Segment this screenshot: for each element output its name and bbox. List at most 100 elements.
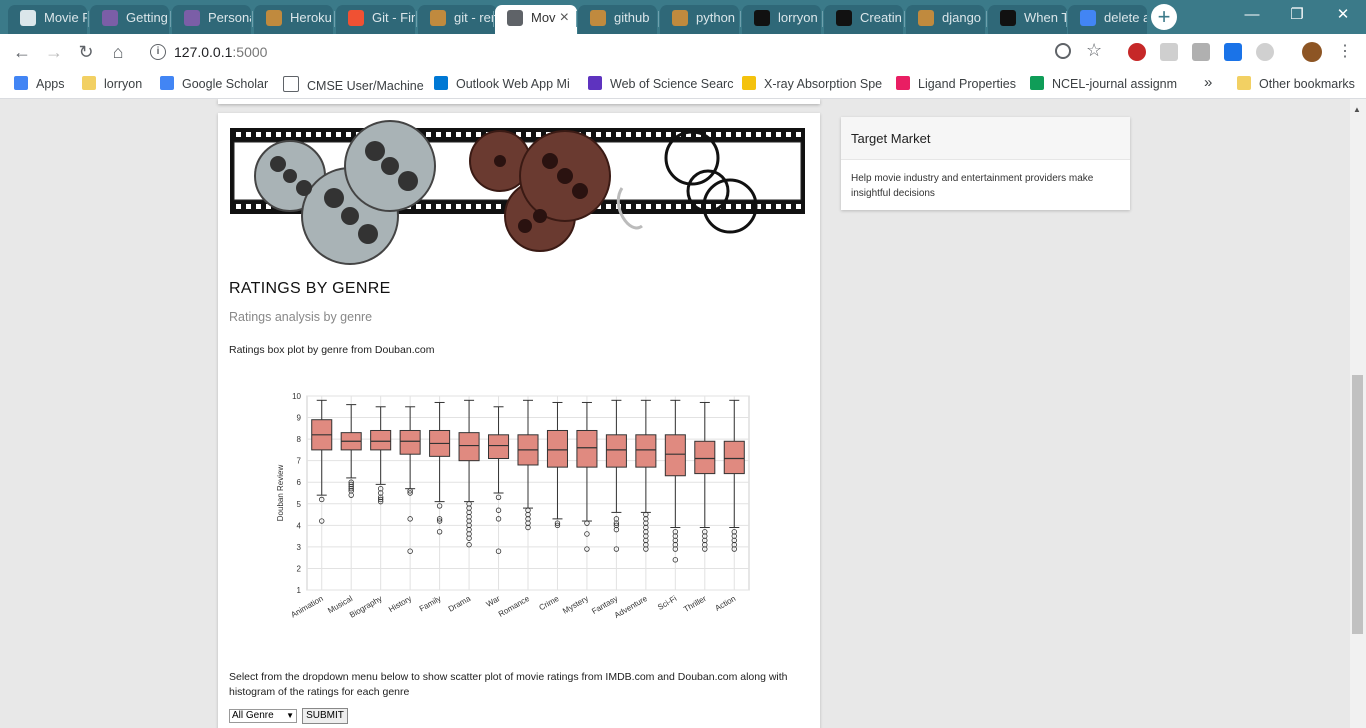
url-port: :5000 [232,44,268,60]
bookmark-label: lorryon [104,77,143,91]
tab-favicon-icon [754,10,770,26]
close-window-button[interactable]: ✕ [1320,4,1366,26]
box-crime [546,429,568,468]
x-tick-label: Romance [497,594,532,619]
tab-favicon-icon [430,10,446,26]
home-icon[interactable]: ⌂ [106,40,130,64]
submit-button[interactable]: SUBMIT [302,708,348,724]
tab-label: When T [1024,10,1067,25]
extension-info-icon[interactable] [1224,43,1242,61]
tab-favicon-icon [590,10,606,26]
browser-tab[interactable]: Mov × [495,5,577,34]
bookmark-label: NCEL-journal assignm [1052,77,1178,91]
browser-tab[interactable]: Heroku [254,5,333,34]
zoom-icon[interactable] [1055,43,1071,59]
bookmark-item[interactable]: X-ray Absorption Spe [742,76,882,91]
x-tick-label: Family [418,594,443,614]
box-drama [458,432,480,462]
tab-favicon-icon [1000,10,1016,26]
bookmark-item[interactable]: Google Scholar [160,76,268,91]
extension-copy-icon[interactable] [1192,43,1210,61]
y-tick-label: 5 [297,500,302,509]
x-tick-label: Biography [348,594,384,620]
bookmark-item[interactable]: Ligand Properties [896,76,1016,91]
bookmark-item[interactable]: Apps [14,76,65,91]
tab-favicon-icon [266,10,282,26]
other-bookmarks-label: Other bookmarks [1259,77,1355,91]
y-tick-label: 3 [297,543,302,552]
page-scrollbar[interactable]: ▲ [1350,99,1366,728]
tab-separator [88,11,89,27]
browser-tab[interactable]: Persona [172,5,251,34]
extension-circle-icon[interactable] [1256,43,1274,61]
browser-tab[interactable]: delete a [1068,5,1147,34]
forward-icon[interactable]: → [42,40,66,64]
target-market-title: Target Market [851,131,931,146]
tab-separator [740,11,741,27]
tab-label: git - rer [454,10,496,25]
film-reel-banner [230,120,805,265]
extension-shield-icon[interactable] [1160,43,1178,61]
browser-tab[interactable]: Movie F [8,5,87,34]
minimize-button[interactable]: — [1229,4,1275,26]
page-title: RATINGS BY GENRE [229,280,391,297]
bookmarks-bar: Apps lorryon Google Scholar CMSE User/Machi… [0,70,1366,99]
bookmark-item[interactable]: NCEL-journal assignm [1030,76,1177,91]
tab-favicon-icon [507,10,523,26]
scroll-up-arrow-icon[interactable]: ▲ [1353,105,1361,114]
browser-tab[interactable]: Creatin [824,5,903,34]
x-tick-label: War [485,594,502,609]
bookmark-label: Apps [36,77,65,91]
bookmark-item[interactable]: lorryon [82,76,142,91]
tab-separator [1066,11,1067,27]
box-fantasy [605,434,627,468]
tab-close-icon[interactable]: × [560,5,569,31]
profile-avatar[interactable] [1302,42,1322,62]
info-icon[interactable]: i [150,44,166,60]
tab-label: lorryon [778,10,818,25]
browser-tab[interactable]: django [906,5,985,34]
tab-favicon-icon [20,10,36,26]
bookmark-item[interactable]: CMSE User/Machine [283,76,424,93]
tab-favicon-icon [918,10,934,26]
browser-tab[interactable]: Getting [90,5,169,34]
dropdown-arrow-icon: ▼ [286,711,294,720]
genre-select[interactable]: All Genre ▼ [229,709,297,723]
box-biography [370,429,392,451]
wos-icon [588,76,602,90]
chart-description: Ratings box plot by genre from Douban.co… [229,344,435,356]
y-tick-label: 8 [297,435,302,444]
url-text: 127.0.0.1:5000 [174,44,267,60]
x-tick-label: Animation [289,594,324,620]
tab-label: Creatin [860,10,902,25]
y-tick-label: 6 [297,478,302,487]
tab-favicon-icon [836,10,852,26]
address-bar[interactable]: i 127.0.0.1:5000 [142,38,1102,66]
browser-tab[interactable]: lorryon [742,5,821,34]
menu-kebab-icon[interactable]: ⋮ [1333,40,1357,64]
x-tick-label: Sci-Fi [656,594,678,612]
browser-tab[interactable]: Git - Fir [336,5,415,34]
y-tick-label: 7 [297,457,302,466]
back-icon[interactable]: ← [10,40,34,64]
extension-bug-icon[interactable] [1128,43,1146,61]
x-tick-label: Adventure [613,594,650,620]
bookmark-item[interactable]: Outlook Web App Mi [434,76,570,91]
bookmarks-overflow-icon[interactable]: » [1204,74,1212,91]
tab-label: Mov [531,10,556,25]
browser-tab[interactable]: git - rer [418,5,497,34]
bookmark-label: Ligand Properties [918,77,1016,91]
bookmark-item[interactable]: Web of Science Searc [588,76,733,91]
star-icon[interactable]: ☆ [1086,40,1102,61]
scrollbar-thumb[interactable] [1352,375,1363,634]
browser-tab[interactable]: When T [988,5,1067,34]
browser-tab[interactable]: python [660,5,739,34]
box-sci-fi [664,434,686,477]
browser-tab[interactable]: github [578,5,657,34]
other-bookmarks[interactable]: Other bookmarks [1237,76,1355,91]
genre-select-value: All Genre [232,710,274,721]
box-mystery [576,429,598,468]
reload-icon[interactable]: ↻ [74,40,98,64]
new-tab-button[interactable]: + [1151,4,1177,30]
restore-button[interactable]: ❐ [1274,4,1320,26]
